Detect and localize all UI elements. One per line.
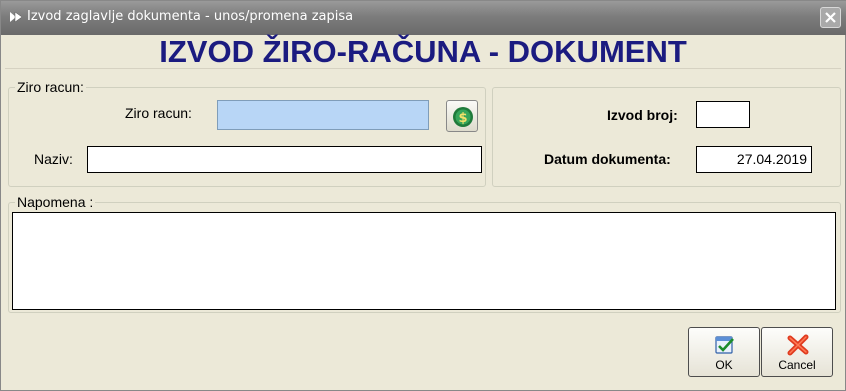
title-bar[interactable]: Izvod zaglavlje dokumenta - unos/promena…	[1, 1, 846, 35]
cancel-label: Cancel	[778, 358, 816, 372]
izvod-broj-input[interactable]	[696, 101, 750, 128]
ziro-racun-input[interactable]	[217, 100, 429, 130]
naziv-input[interactable]	[87, 146, 482, 173]
datum-dokumenta-value: 27.04.2019	[736, 151, 807, 167]
cancel-button[interactable]: Cancel	[761, 327, 833, 377]
close-icon	[825, 12, 836, 23]
dollar-coin-icon: $	[453, 107, 473, 127]
dialog-window: Izvod zaglavlje dokumenta - unos/promena…	[0, 0, 846, 391]
window-title: Izvod zaglavlje dokumenta - unos/promena…	[27, 9, 354, 24]
ok-label: OK	[715, 358, 733, 372]
ziro-racun-lookup-button[interactable]: $	[446, 100, 478, 132]
izvod-broj-label: Izvod broj:	[607, 107, 678, 123]
page-title: IZVOD ŽIRO-RAČUNA - DOKUMENT	[159, 34, 687, 69]
checkmark-icon	[715, 336, 734, 354]
datum-dokumenta-label: Datum dokumenta:	[544, 151, 671, 167]
datum-dokumenta-input[interactable]: 27.04.2019	[696, 146, 812, 173]
app-icon	[10, 11, 23, 23]
ziro-racun-label: Ziro racun:	[125, 105, 192, 121]
ok-button[interactable]: OK	[688, 327, 760, 377]
naziv-label: Naziv:	[34, 151, 73, 167]
napomena-textarea[interactable]	[12, 212, 836, 310]
heading-band: IZVOD ŽIRO-RAČUNA - DOKUMENT	[5, 34, 841, 69]
ziro-racun-legend: Ziro racun:	[15, 79, 86, 95]
red-x-icon	[787, 334, 809, 356]
svg-text:$: $	[458, 111, 467, 126]
napomena-legend: Napomena :	[15, 194, 96, 210]
close-button[interactable]	[820, 7, 841, 28]
